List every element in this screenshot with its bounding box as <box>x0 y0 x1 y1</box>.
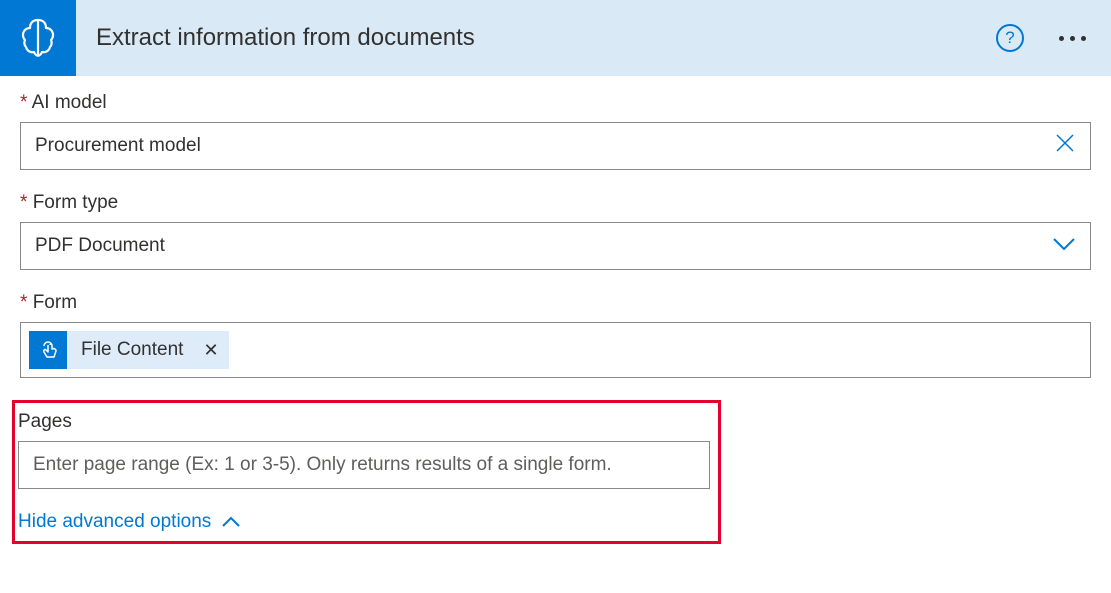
form-body: AI model Procurement model Form type PDF… <box>0 76 1111 560</box>
form-type-select[interactable]: PDF Document <box>20 222 1091 270</box>
card-header: Extract information from documents ? <box>0 0 1111 76</box>
more-menu-button[interactable] <box>1054 31 1091 46</box>
hide-advanced-link[interactable]: Hide advanced options <box>18 511 241 533</box>
file-content-token: File Content ✕ <box>29 331 229 369</box>
clear-icon[interactable] <box>1054 132 1076 160</box>
pages-input[interactable] <box>18 441 710 489</box>
chevron-down-icon[interactable] <box>1052 235 1076 257</box>
touch-icon <box>29 331 67 369</box>
brain-icon <box>0 0 76 76</box>
form-input[interactable]: File Content ✕ <box>20 322 1091 378</box>
pages-field: Pages <box>18 411 710 489</box>
hide-advanced-label: Hide advanced options <box>18 511 211 533</box>
ai-model-input[interactable]: Procurement model <box>20 122 1091 170</box>
form-type-value: PDF Document <box>35 235 1052 257</box>
token-label: File Content <box>81 339 193 361</box>
highlighted-region: Pages Hide advanced options <box>12 400 721 544</box>
form-label: Form <box>20 292 1091 314</box>
form-type-label: Form type <box>20 192 1091 214</box>
ai-model-field: AI model Procurement model <box>20 92 1091 170</box>
chevron-up-icon <box>221 516 241 528</box>
ai-model-label: AI model <box>20 92 1091 114</box>
remove-token-icon[interactable]: ✕ <box>193 340 228 361</box>
page-title: Extract information from documents <box>96 24 996 52</box>
help-icon[interactable]: ? <box>996 24 1024 52</box>
form-type-field: Form type PDF Document <box>20 192 1091 270</box>
pages-label: Pages <box>18 411 710 433</box>
ai-model-value: Procurement model <box>35 135 1054 157</box>
form-field: Form File Content ✕ <box>20 292 1091 378</box>
